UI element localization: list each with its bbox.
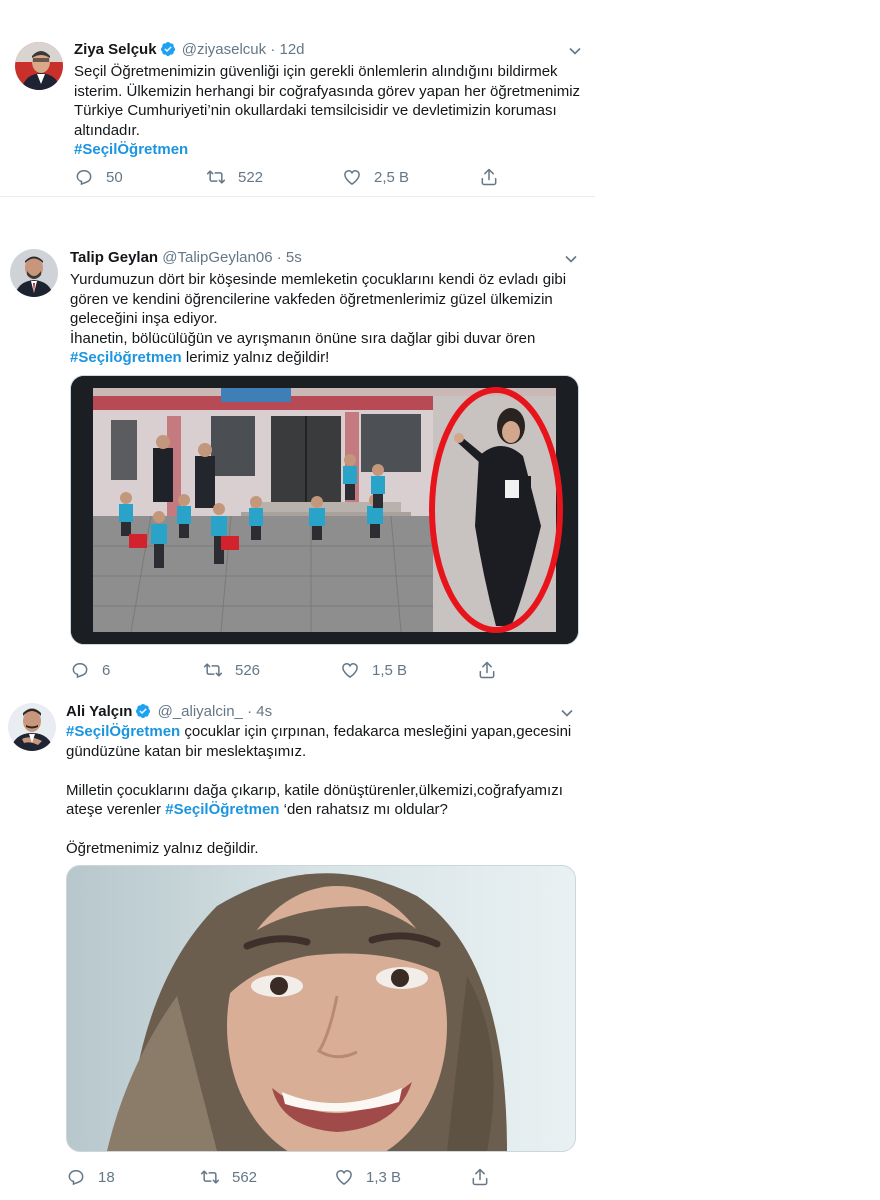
heart-icon	[336, 1169, 352, 1185]
chevron-down-icon[interactable]	[560, 706, 574, 720]
chevron-down-icon[interactable]	[568, 44, 582, 58]
retweet-count: 522	[238, 168, 264, 186]
tweet-line: altındadır.	[74, 121, 140, 139]
retweet-icon	[200, 1170, 220, 1184]
tweet-divider	[0, 196, 595, 197]
tweet-line: Öğretmenimiz yalnız değildir.	[66, 840, 259, 857]
tweet-line-start: ateşe verenler	[66, 801, 166, 818]
reply-count: 6	[102, 661, 111, 679]
retweet-button[interactable]: 522	[206, 167, 263, 187]
like-button[interactable]: 1,3 B	[334, 1167, 401, 1187]
reply-count: 18	[98, 1168, 115, 1186]
share-icon	[479, 661, 495, 679]
tweet[interactable]: Ziya Selçuk @ziyaselcuk · 12d Seçil Öğre…	[0, 30, 595, 200]
like-count: 1,5 B	[372, 661, 408, 679]
tweet-text: Seçil Öğretmenimizin güvenliği için gere…	[74, 62, 589, 160]
tweet[interactable]: Ali Yalçın @_aliyalcin_ · 4s #SeçilÖğret…	[0, 700, 595, 1200]
video-thumbnail[interactable]	[70, 375, 579, 645]
verified-badge-icon	[135, 703, 151, 719]
tweet-line: İhanetin, bölücülüğün ve ayrışmanın önün…	[70, 329, 536, 347]
tweet-line: isterim. Ülkemizin herhangi bir coğrafya…	[74, 82, 581, 100]
reply-button[interactable]: 6	[70, 660, 110, 680]
share-button[interactable]	[477, 660, 509, 680]
user-handle[interactable]: @ziyaselcuk	[182, 41, 266, 58]
avatar[interactable]	[8, 703, 56, 751]
tweet-actions: 18 562 1,3 B	[66, 1167, 506, 1187]
school-scene-image	[71, 376, 578, 644]
like-count: 2,5 B	[374, 168, 410, 186]
hashtag-link[interactable]: #SeçilÖğretmen	[66, 723, 180, 740]
reply-count: 50	[106, 168, 123, 186]
avatar[interactable]	[15, 42, 63, 90]
avatar[interactable]	[10, 249, 58, 297]
user-handle[interactable]: @TalipGeylan06	[162, 249, 272, 266]
tweet-line: Seçil Öğretmenimizin güvenliği için gere…	[74, 63, 558, 80]
share-button[interactable]	[479, 167, 511, 187]
like-button[interactable]: 2,5 B	[342, 167, 409, 187]
retweet-button[interactable]: 562	[200, 1167, 257, 1187]
tweet-text: #SeçilÖğretmen çocuklar için çırpınan, f…	[66, 722, 586, 859]
user-name[interactable]: Ali Yalçın	[66, 703, 132, 720]
tweet-line: gündüzüne katan bir meslektaşımız.	[66, 742, 307, 760]
reply-icon	[72, 663, 88, 679]
tweet-line: Türkiye Cumhuriyeti’nin okullardaki tems…	[74, 102, 557, 119]
tweet-line-rest: lerimiz yalnız değildir!	[181, 349, 330, 366]
reply-button[interactable]: 50	[74, 167, 123, 187]
timestamp[interactable]: 4s	[256, 703, 272, 720]
separator: ·	[270, 41, 276, 58]
share-icon	[481, 168, 497, 186]
hashtag-link[interactable]: #SeçilÖğretmen	[74, 141, 188, 158]
tweet-actions: 6 526 1,5 B	[70, 660, 510, 680]
hashtag-link[interactable]: #Seçilöğretmen	[70, 349, 182, 366]
tweet-line: Milletin çocuklarını dağa çıkarıp, katil…	[66, 781, 563, 799]
tweet-line: geleceğini inşa ediyor.	[70, 310, 218, 327]
heart-icon	[342, 662, 358, 678]
retweet-button[interactable]: 526	[203, 660, 260, 680]
tweet-line-rest: ‘den rahatsız mı oldular?	[279, 801, 448, 818]
separator: ·	[276, 249, 282, 266]
tweet-line: gören ve kendini öğrencilerine vakfeden …	[70, 290, 553, 308]
reply-icon	[68, 1170, 84, 1186]
retweet-icon	[203, 663, 223, 677]
portrait-image	[67, 866, 575, 1151]
separator: ·	[247, 703, 253, 720]
hashtag-link[interactable]: #SeçilÖğretmen	[165, 801, 279, 818]
reply-icon	[76, 170, 92, 186]
tweet-line: Yurdumuzun dört bir köşesinde memleketin…	[70, 271, 567, 288]
retweet-icon	[206, 170, 226, 184]
reply-button[interactable]: 18	[66, 1167, 115, 1187]
user-name[interactable]: Talip Geylan	[70, 249, 158, 266]
share-button[interactable]	[470, 1167, 502, 1187]
timestamp[interactable]: 12d	[279, 41, 304, 58]
tweet-line-rest: çocuklar için çırpınan, fedakarca mesleğ…	[180, 723, 572, 740]
timestamp[interactable]: 5s	[286, 249, 302, 266]
retweet-count: 526	[235, 661, 261, 679]
share-icon	[472, 1168, 488, 1186]
like-button[interactable]: 1,5 B	[340, 660, 407, 680]
tweet-actions: 50 522 2,5 B	[74, 167, 514, 187]
photo[interactable]	[66, 865, 576, 1152]
like-count: 1,3 B	[366, 1168, 402, 1186]
verified-badge-icon	[160, 41, 176, 57]
user-name[interactable]: Ziya Selçuk	[74, 41, 157, 58]
heart-icon	[344, 169, 360, 185]
user-handle[interactable]: @_aliyalcin_	[158, 703, 243, 720]
tweet[interactable]: Talip Geylan @TalipGeylan06 · 5s Yurdumu…	[0, 240, 595, 690]
chevron-down-icon[interactable]	[564, 252, 578, 266]
retweet-count: 562	[232, 1168, 258, 1186]
tweet-text: Yurdumuzun dört bir köşesinde memleketin…	[70, 270, 585, 368]
